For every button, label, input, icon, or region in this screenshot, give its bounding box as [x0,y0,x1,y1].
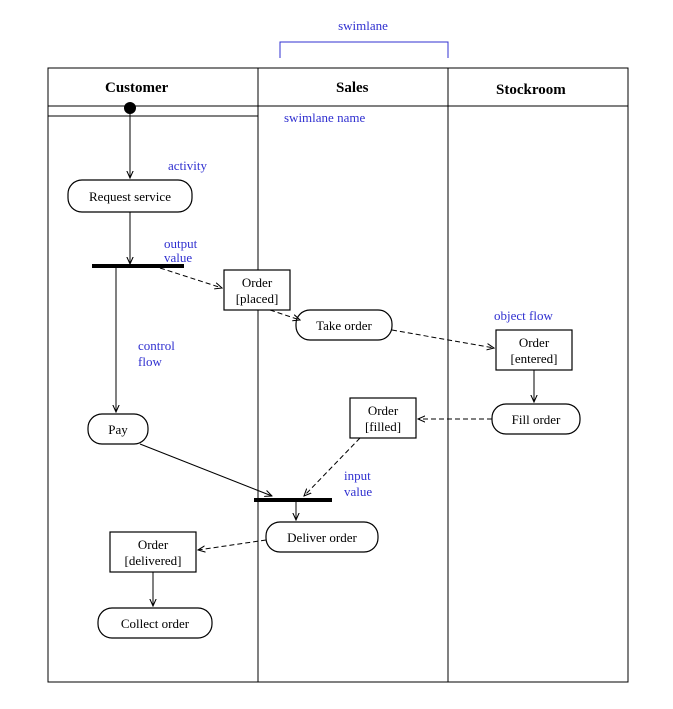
activity-take-order-label: Take order [316,318,372,333]
object-order-delivered-l2: [delivered] [124,553,181,568]
annotation-object-flow: object flow [494,308,553,323]
objflow-deliver-to-delivered [198,540,266,550]
annotation-control-flow-l1: control [138,338,175,353]
activity-collect-order-label: Collect order [121,616,190,631]
object-order-entered-l2: [entered] [511,351,558,366]
lane-head-sales: Sales [336,80,369,96]
annotation-activity: activity [168,158,207,173]
objflow-fork-to-placed [160,268,222,288]
activity-request-service-label: Request service [89,189,171,204]
object-order-placed-l1: Order [242,275,273,290]
objflow-take-to-entered [392,330,494,348]
initial-node [124,102,136,114]
flow-pay-to-join [140,444,272,496]
object-order-delivered-l1: Order [138,537,169,552]
activity-deliver-order-label: Deliver order [287,530,357,545]
annotation-control-flow-l2: flow [138,354,162,369]
object-order-placed-l2: [placed] [236,291,279,306]
annotation-output-value-l2: value [164,250,192,265]
activity-pay-label: Pay [108,422,128,437]
annotation-input-value-l1: input [344,468,371,483]
object-order-filled-l2: [filled] [365,419,401,434]
annotation-input-value-l2: value [344,484,372,499]
object-order-entered-l1: Order [519,335,550,350]
lane-head-customer: Customer [105,80,169,96]
annotation-output-value-l1: output [164,236,198,251]
lane-head-stockroom: Stockroom [496,82,566,98]
annotation-swimlane: swimlane [338,18,388,33]
activity-fill-order-label: Fill order [512,412,561,427]
objflow-placed-to-take [270,310,300,320]
annotation-swimlane-name: swimlane name [284,110,365,125]
object-order-filled-l1: Order [368,403,399,418]
swimlane-bracket [280,42,448,58]
diagram-frame [48,68,628,682]
